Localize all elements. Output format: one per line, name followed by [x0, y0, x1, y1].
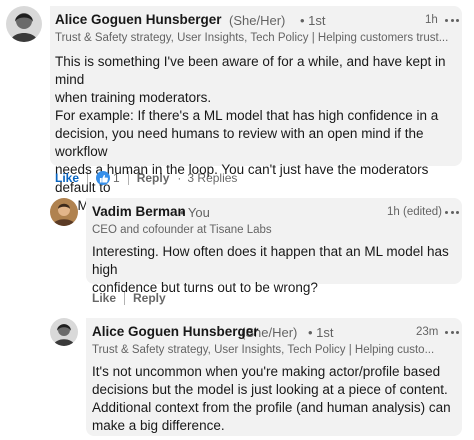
like-reaction-icon[interactable] [96, 171, 111, 185]
avatar[interactable] [50, 318, 78, 346]
reply-button[interactable]: Reply [133, 291, 166, 305]
author-name[interactable]: Vadim Berman [92, 204, 186, 219]
author-name[interactable]: Alice Goguen Hunsberger [92, 324, 259, 339]
more-options-icon[interactable] [445, 18, 459, 22]
replies-count[interactable]: 3 Replies [187, 171, 237, 185]
connection-degree: • 1st [308, 325, 334, 340]
avatar[interactable] [50, 198, 78, 226]
connection-degree: • 1st [300, 13, 326, 28]
divider [127, 171, 129, 185]
connection-degree: • You [180, 205, 210, 220]
author-pronouns: (She/Her) [241, 325, 298, 340]
author-headline: CEO and cofounder at Tisane Labs [92, 224, 272, 236]
more-options-icon[interactable] [445, 210, 459, 214]
like-button[interactable]: Like [92, 291, 116, 305]
divider [124, 291, 126, 305]
author-pronouns: (She/Her) [229, 13, 286, 28]
comment-time: 23m [416, 326, 439, 338]
reply-button[interactable]: Reply [137, 171, 170, 185]
reaction-count[interactable]: 1 [113, 171, 120, 185]
comment-actions: Like 1 Reply · 3 Replies [55, 170, 237, 186]
author-headline: Trust & Safety strategy, User Insights, … [55, 32, 449, 44]
comment-time: 1h [425, 14, 438, 26]
reply-actions: Like Reply [92, 290, 166, 306]
comment-time: 1h (edited) [387, 206, 442, 218]
like-button[interactable]: Like [55, 171, 79, 185]
author-name[interactable]: Alice Goguen Hunsberger [55, 12, 222, 27]
avatar[interactable] [6, 6, 42, 42]
more-options-icon[interactable] [445, 330, 459, 334]
divider [87, 171, 89, 185]
comment-text: Interesting. How often does it happen th… [92, 244, 449, 295]
comment-text: This is something I've been aware of for… [55, 54, 446, 213]
author-headline: Trust & Safety strategy, User Insights, … [92, 344, 435, 356]
comment-text: It's not uncommon when you're making act… [92, 364, 451, 433]
separator-dot: · [177, 171, 182, 185]
